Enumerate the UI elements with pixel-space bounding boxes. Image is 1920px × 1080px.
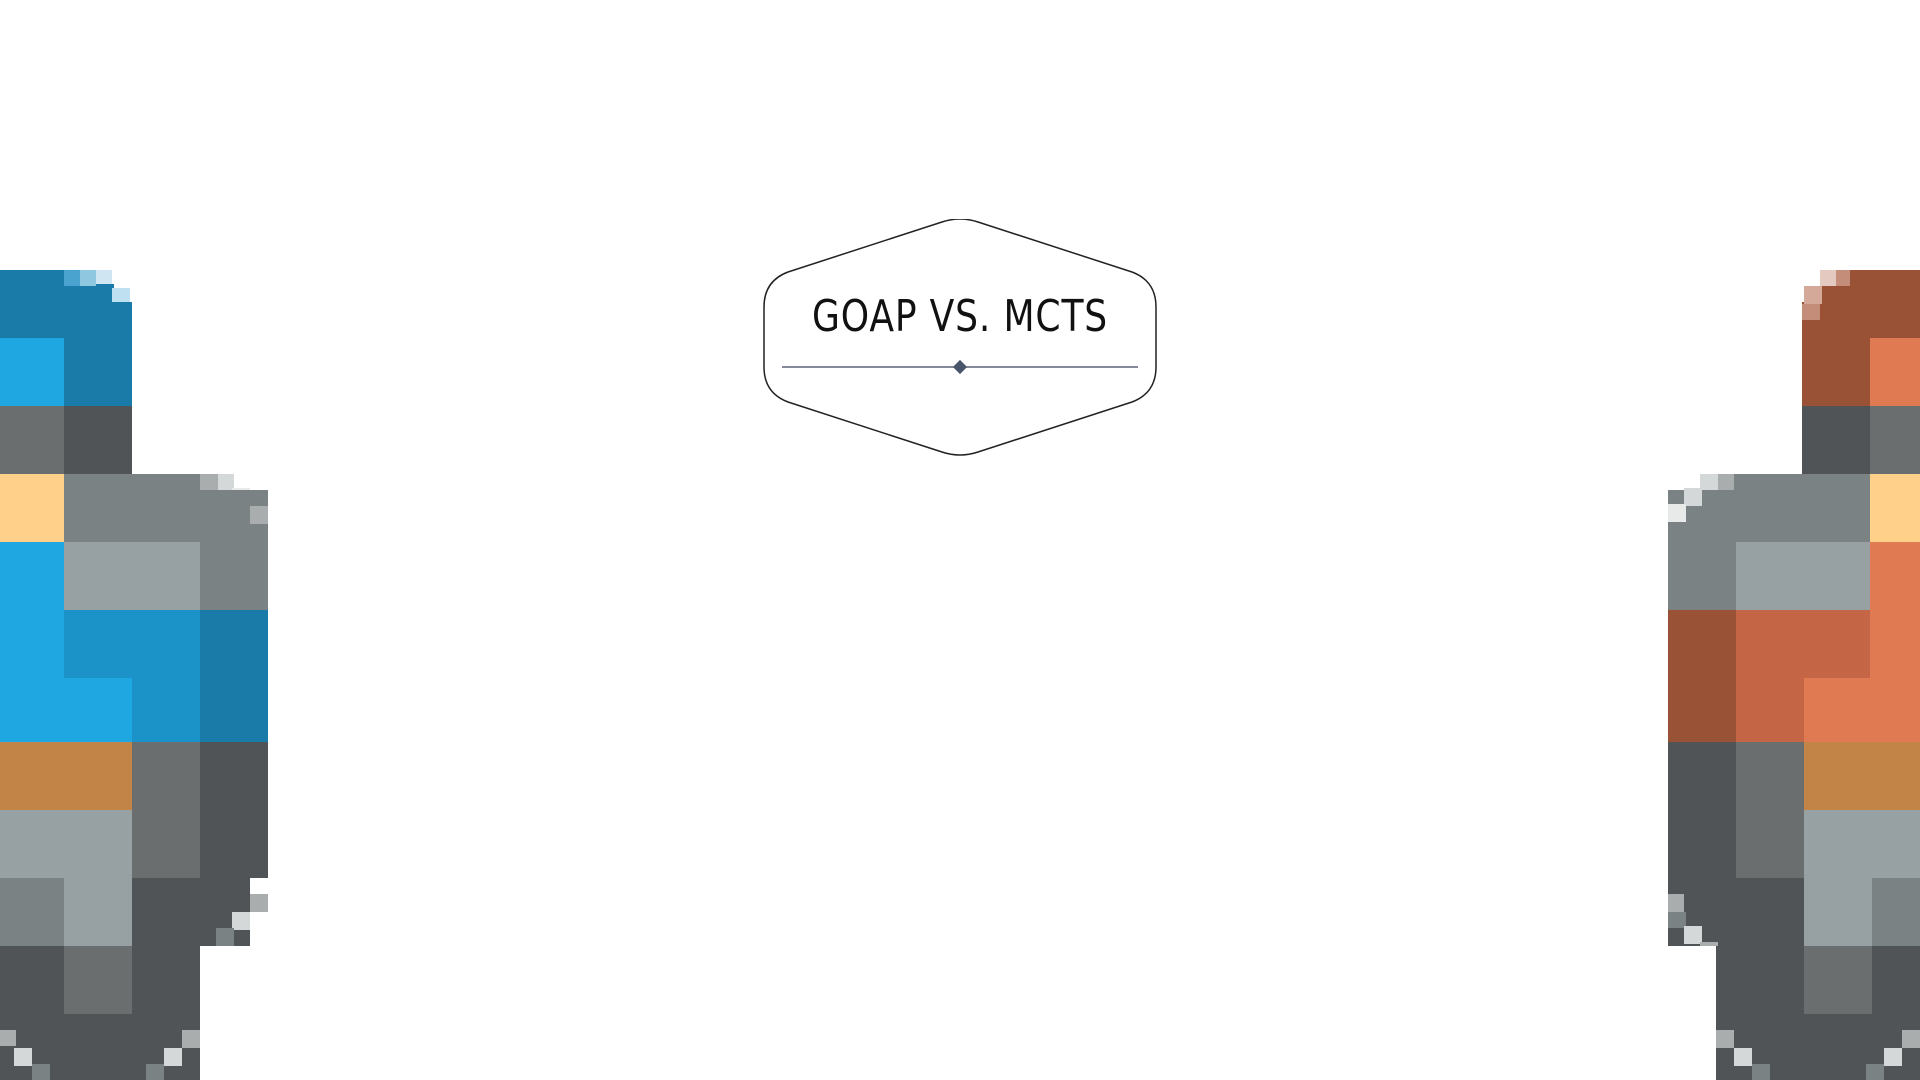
- slide-title: GOAP VS. MCTS: [811, 291, 1109, 342]
- blue-knight-icon: [0, 0, 272, 1080]
- title-badge: GOAP VS. MCTS: [762, 219, 1158, 456]
- orange-knight-icon: [1648, 0, 1920, 1080]
- slide: GOAP VS. MCTS: [0, 0, 1920, 1080]
